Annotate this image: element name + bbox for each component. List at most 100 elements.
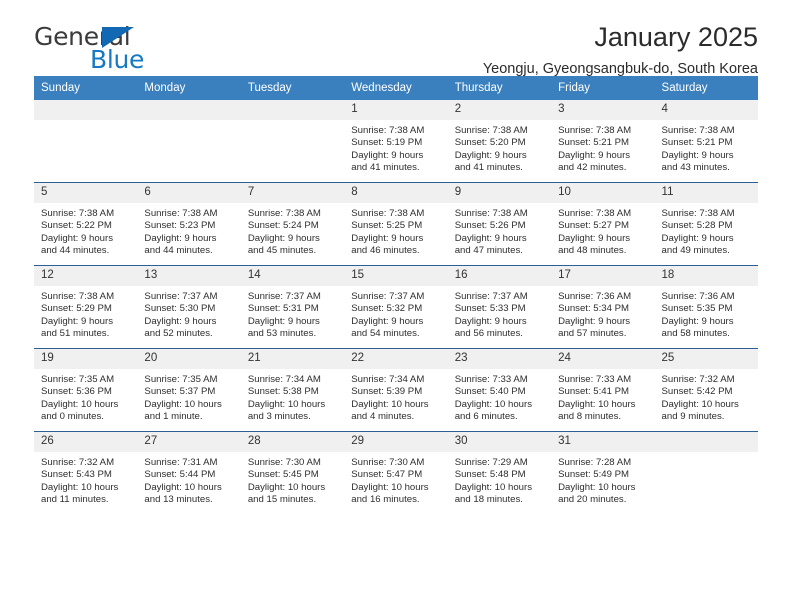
day-number: 25 <box>654 349 758 369</box>
day-number: 7 <box>240 183 345 203</box>
sunrise-time: Sunrise: 7:37 AM <box>247 291 321 302</box>
sunrise-time: Sunrise: 7:38 AM <box>41 291 115 302</box>
sunset-time: Sunset: 5:33 PM <box>454 303 526 315</box>
sunset-time: Sunset: 5:20 PM <box>454 137 526 149</box>
calendar-day-cell[interactable]: 15 Sunrise: 7:37 AM Sunset: 5:32 PM Dayligh… <box>344 265 448 349</box>
calendar-day-cell[interactable]: 18 Sunrise: 7:36 AM Sunset: 5:35 PM Dayligh… <box>654 265 758 349</box>
daylight-duration-line2: and 4 minutes. <box>351 411 415 423</box>
general-blue-logo[interactable]: General Blue <box>34 22 294 78</box>
day-details: Sunrise: 7:38 AM Sunset: 5:28 PM Daylight:… <box>655 203 758 264</box>
day-number: 19 <box>34 349 138 369</box>
calendar-day-cell[interactable]: 11 Sunrise: 7:38 AM Sunset: 5:28 PM Dayligh… <box>654 182 758 266</box>
calendar-day-cell[interactable]: 28 Sunrise: 7:30 AM Sunset: 5:45 PM Dayligh… <box>240 431 345 514</box>
sunrise-time: Sunrise: 7:38 AM <box>661 208 735 219</box>
calendar-day-cell[interactable]: 19 Sunrise: 7:35 AM Sunset: 5:36 PM Dayligh… <box>34 348 138 432</box>
sunset-time: Sunset: 5:28 PM <box>661 220 733 232</box>
calendar-day-cell[interactable]: 17 Sunrise: 7:36 AM Sunset: 5:34 PM Dayligh… <box>551 265 655 349</box>
calendar-day-cell[interactable]: 29 Sunrise: 7:30 AM Sunset: 5:47 PM Dayligh… <box>344 431 448 514</box>
sunset-time: Sunset: 5:49 PM <box>558 469 630 481</box>
calendar-day-cell[interactable]: 5 Sunrise: 7:38 AM Sunset: 5:22 PM Daylight… <box>34 182 138 266</box>
sunset-time: Sunset: 5:34 PM <box>558 303 630 315</box>
day-details: Sunrise: 7:28 AM Sunset: 5:49 PM Daylight:… <box>551 452 654 513</box>
calendar-day-cell[interactable]: 23 Sunrise: 7:33 AM Sunset: 5:40 PM Dayligh… <box>447 348 552 432</box>
day-number: 10 <box>551 183 655 203</box>
day-details: Sunrise: 7:38 AM Sunset: 5:26 PM Daylight:… <box>448 203 551 264</box>
calendar-day-cell[interactable]: 27 Sunrise: 7:31 AM Sunset: 5:44 PM Dayligh… <box>137 431 241 514</box>
sunrise-time: Sunrise: 7:31 AM <box>144 457 218 468</box>
calendar-day-cell-empty <box>34 100 138 183</box>
day-details: Sunrise: 7:38 AM Sunset: 5:22 PM Daylight:… <box>34 203 137 264</box>
day-details: Sunrise: 7:38 AM Sunset: 5:21 PM Daylight:… <box>551 120 654 181</box>
day-number: 12 <box>34 266 138 286</box>
daylight-duration-line2: and 44 minutes. <box>144 245 213 257</box>
daylight-duration-line2: and 52 minutes. <box>144 328 213 340</box>
calendar-day-cell[interactable]: 6 Sunrise: 7:38 AM Sunset: 5:23 PM Daylight… <box>137 182 241 266</box>
calendar-day-cell[interactable]: 3 Sunrise: 7:38 AM Sunset: 5:21 PM Daylight… <box>551 100 655 183</box>
page-subtitle: Yeongju, Gyeongsangbuk-do, South Korea <box>482 61 758 77</box>
daylight-duration-line2: and 47 minutes. <box>454 245 523 257</box>
daylight-duration-line1: Daylight: 9 hours <box>351 232 424 244</box>
calendar-day-cell[interactable]: 4 Sunrise: 7:38 AM Sunset: 5:21 PM Daylight… <box>654 100 758 183</box>
daylight-duration-line1: Daylight: 9 hours <box>247 232 320 244</box>
weekday-header-wednesday: Wednesday <box>344 76 448 100</box>
calendar-day-cell[interactable]: 10 Sunrise: 7:38 AM Sunset: 5:27 PM Dayligh… <box>551 182 655 266</box>
daylight-duration-line2: and 16 minutes. <box>351 494 420 506</box>
calendar-day-cell[interactable]: 22 Sunrise: 7:34 AM Sunset: 5:39 PM Dayligh… <box>344 348 448 432</box>
day-number <box>34 100 138 120</box>
daylight-duration-line1: Daylight: 9 hours <box>351 315 424 327</box>
calendar-day-cell[interactable]: 14 Sunrise: 7:37 AM Sunset: 5:31 PM Dayligh… <box>240 265 345 349</box>
day-details: Sunrise: 7:38 AM Sunset: 5:23 PM Daylight:… <box>137 203 240 264</box>
daylight-duration-line1: Daylight: 10 hours <box>144 481 222 493</box>
sunset-time: Sunset: 5:40 PM <box>454 386 526 398</box>
calendar-day-cell[interactable]: 25 Sunrise: 7:32 AM Sunset: 5:42 PM Dayligh… <box>654 348 758 432</box>
day-number: 16 <box>447 266 552 286</box>
daylight-duration-line2: and 56 minutes. <box>454 328 523 340</box>
calendar-day-cell[interactable]: 2 Sunrise: 7:38 AM Sunset: 5:20 PM Daylight… <box>447 100 552 183</box>
daylight-duration-line2: and 44 minutes. <box>41 245 110 257</box>
daylight-duration-line1: Daylight: 10 hours <box>247 481 326 493</box>
sunrise-time: Sunrise: 7:33 AM <box>454 374 528 385</box>
calendar-day-cell[interactable]: 16 Sunrise: 7:37 AM Sunset: 5:33 PM Dayligh… <box>447 265 552 349</box>
daylight-duration-line1: Daylight: 9 hours <box>661 232 734 244</box>
calendar-day-cell[interactable]: 7 Sunrise: 7:38 AM Sunset: 5:24 PM Daylight… <box>240 182 345 266</box>
day-details: Sunrise: 7:32 AM Sunset: 5:43 PM Daylight:… <box>34 452 137 513</box>
day-number <box>240 100 345 120</box>
calendar-day-cell[interactable]: 21 Sunrise: 7:34 AM Sunset: 5:38 PM Dayligh… <box>240 348 345 432</box>
day-number: 9 <box>447 183 552 203</box>
sunrise-time: Sunrise: 7:38 AM <box>351 208 425 219</box>
calendar-week-row: 19 Sunrise: 7:35 AM Sunset: 5:36 PM Dayligh… <box>34 348 758 432</box>
calendar-day-cell[interactable]: 12 Sunrise: 7:38 AM Sunset: 5:29 PM Dayligh… <box>34 265 138 349</box>
calendar-day-cell[interactable]: 20 Sunrise: 7:35 AM Sunset: 5:37 PM Dayligh… <box>137 348 241 432</box>
calendar-day-cell[interactable]: 24 Sunrise: 7:33 AM Sunset: 5:41 PM Dayligh… <box>551 348 655 432</box>
calendar-day-cell[interactable]: 1 Sunrise: 7:38 AM Sunset: 5:19 PM Daylight… <box>344 100 448 183</box>
day-number: 14 <box>240 266 345 286</box>
daylight-duration-line2: and 41 minutes. <box>454 162 523 174</box>
day-details: Sunrise: 7:34 AM Sunset: 5:39 PM Daylight:… <box>344 369 447 430</box>
day-number: 23 <box>447 349 552 369</box>
daylight-duration-line1: Daylight: 10 hours <box>247 398 326 410</box>
calendar-day-cell[interactable]: 26 Sunrise: 7:32 AM Sunset: 5:43 PM Dayligh… <box>34 431 138 514</box>
calendar-day-cell-empty <box>654 431 758 514</box>
day-details: Sunrise: 7:30 AM Sunset: 5:45 PM Daylight:… <box>241 452 344 513</box>
sunset-time: Sunset: 5:23 PM <box>144 220 216 232</box>
daylight-duration-line2: and 18 minutes. <box>454 494 523 506</box>
day-number: 20 <box>137 349 241 369</box>
daylight-duration-line2: and 42 minutes. <box>558 162 627 174</box>
daylight-duration-line2: and 41 minutes. <box>351 162 420 174</box>
title-block: January 2025 Yeongju, Gyeongsangbuk-do, … <box>483 20 758 80</box>
calendar-day-cell[interactable]: 8 Sunrise: 7:38 AM Sunset: 5:25 PM Daylight… <box>344 182 448 266</box>
daylight-duration-line1: Daylight: 9 hours <box>454 149 527 161</box>
calendar-day-cell[interactable]: 30 Sunrise: 7:29 AM Sunset: 5:48 PM Dayligh… <box>447 431 552 514</box>
day-number: 5 <box>34 183 138 203</box>
daylight-duration-line2: and 15 minutes. <box>247 494 317 506</box>
sunset-time: Sunset: 5:19 PM <box>351 137 423 149</box>
calendar-day-cell[interactable]: 9 Sunrise: 7:38 AM Sunset: 5:26 PM Daylight… <box>447 182 552 266</box>
day-number: 2 <box>447 100 552 120</box>
daylight-duration-line1: Daylight: 9 hours <box>661 149 734 161</box>
calendar-day-cell[interactable]: 13 Sunrise: 7:37 AM Sunset: 5:30 PM Dayligh… <box>137 265 241 349</box>
sunrise-time: Sunrise: 7:37 AM <box>454 291 528 302</box>
calendar-day-cell[interactable]: 31 Sunrise: 7:28 AM Sunset: 5:49 PM Dayligh… <box>551 431 655 514</box>
daylight-duration-line2: and 11 minutes. <box>41 494 109 506</box>
calendar-day-cell-empty <box>137 100 241 183</box>
daylight-duration-line1: Daylight: 9 hours <box>41 232 113 244</box>
